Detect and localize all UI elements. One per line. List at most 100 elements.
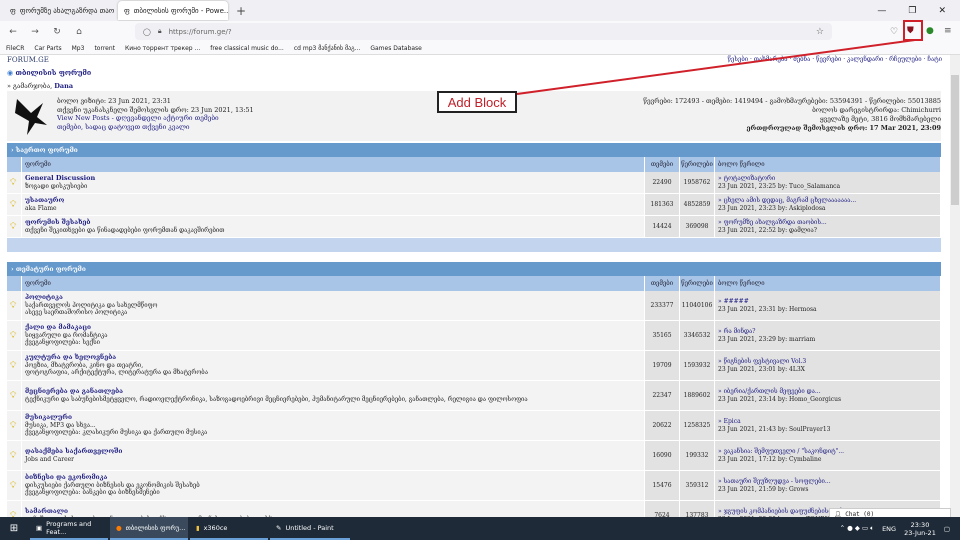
clock[interactable]: 23:30 23-Jun-21 [904, 521, 936, 537]
forum-name-link[interactable]: ფორუმის შესახებ [25, 218, 91, 227]
lightbulb-icon: 💡︎ [10, 330, 17, 341]
bookmark[interactable]: FileCR [6, 45, 24, 52]
lightbulb-icon: 💡︎ [10, 177, 17, 188]
forum-row: 💡︎ პოლიტიკა საქართველოს პოლიტიკა და სახელ… [7, 291, 941, 321]
category-header[interactable]: › თემატური ფორუმი [7, 262, 941, 276]
bookmark[interactable]: Car Parts [34, 45, 61, 52]
last-post-link[interactable]: » ვაკანსია: შემფუთველი / "საკონდიტ"... [718, 448, 844, 456]
post-count: 369098 [680, 216, 715, 237]
bookmark[interactable]: Games Database [370, 45, 422, 52]
forum-name-link[interactable]: უსათაურო [25, 196, 64, 205]
my-topics-link[interactable]: თემები, სადაც დატოვეთ თქვენი კვალი [57, 123, 254, 132]
last-post-meta: 23 Jun 2021, 23:29 by: marriam [718, 335, 816, 343]
scrollbar[interactable] [950, 55, 960, 517]
taskbar-item[interactable]: ● თბილისის ფორუ... [110, 517, 188, 540]
forum-description: ფოტოგრაფია, არქიტექტურა, ლიტერატურა და მ… [25, 369, 208, 377]
forum-name-link[interactable]: მეცნიერება და განათლება [25, 387, 123, 396]
forum-name-link[interactable]: დასაქმება საქართველოში [25, 447, 122, 456]
col-last-post: ბოლო წერილი [715, 276, 941, 291]
last-post-link[interactable]: » ##### [718, 298, 749, 306]
bookmark[interactable]: torrent [94, 45, 115, 52]
firefox-icon: ● [116, 523, 122, 532]
scrollbar-thumb[interactable] [951, 75, 959, 205]
post-count: 1958762 [680, 172, 715, 193]
close-window-icon[interactable]: ✕ [938, 6, 946, 16]
bookmark[interactable]: Кино торрент трекер ... [125, 45, 200, 52]
username-link[interactable]: Dana [54, 82, 73, 90]
tray-icons[interactable]: ⌃ ● ◆ ▭ 🔈︎ [840, 524, 874, 533]
crow-logo-icon [15, 99, 47, 135]
taskbar-item[interactable]: ▮ x360ce [190, 517, 268, 540]
windows-start-icon[interactable]: ⊞ [0, 523, 28, 534]
post-count: 4852859 [680, 194, 715, 215]
category-header[interactable]: › საერთო ფორუმი [7, 143, 941, 157]
pocket-icon[interactable]: ♡ [890, 27, 898, 37]
forum-row: 💡︎ დასაქმება საქართველოში Jobs and Career… [7, 441, 941, 471]
taskbar-item[interactable]: ✎ Untitled - Paint [270, 517, 350, 540]
post-count: 1593932 [680, 351, 715, 380]
post-count: 3346532 [680, 321, 715, 350]
forum-name-link[interactable]: მუსიკალური [25, 414, 72, 422]
forward-icon[interactable]: → [26, 27, 44, 37]
last-post-link[interactable]: » წიგნების ფესტივალი Vol.3 [718, 358, 806, 366]
tab-tbilisi-forum[interactable]: ფთბილისის ფორუმი - Powe...✕ [118, 1, 228, 20]
extension-globe-icon[interactable]: ● [926, 26, 934, 36]
forum-favicon: ფ [10, 6, 16, 15]
tab-forum-thread[interactable]: ფფორუმზე ახალგაზრდა თაობ...✕ [4, 1, 114, 20]
lightbulb-icon: 💡︎ [10, 390, 17, 401]
last-post-link[interactable]: » ტოტალიზატორი [718, 175, 775, 183]
lightbulb-icon: 💡︎ [10, 221, 17, 232]
bookmark[interactable]: free classical music do... [210, 45, 284, 52]
language-indicator[interactable]: ENG [882, 525, 896, 533]
forum-name-link[interactable]: ქალი და მამაკაცი [25, 324, 91, 332]
post-count: 11040106 [680, 291, 715, 320]
taskbar-item[interactable]: ▣ Programs and Feat... [30, 517, 108, 540]
lightbulb-icon: 💡︎ [10, 420, 17, 431]
topic-count: 14424 [645, 216, 680, 237]
board-title[interactable]: ◉ თბილისის ფორუმი [7, 68, 91, 77]
bookmark-star-icon[interactable]: ☆ [816, 27, 824, 37]
forum-name-link[interactable]: ბიზნესი და ეკონომიკა [25, 474, 107, 482]
last-post-link[interactable]: » იბერია/ქართლის მეფეები და... [718, 388, 821, 396]
forum-row: 💡︎ General Discussion ზოგადი დისკუსიები 2… [7, 172, 941, 194]
lightbulb-icon: 💡︎ [10, 199, 17, 210]
last-post-link[interactable]: » სათაური შეუზღუდვა - სოფლები... [718, 478, 831, 486]
tab-strip: ფფორუმზე ახალგაზრდა თაობ...✕ ფთბილისის ფ… [0, 0, 960, 21]
last-post-link[interactable]: » ფორუმზე ახალგაზრდა თაობის... [718, 219, 827, 227]
column-headers: ფორუმი თემები წერილები ბოლო წერილი [7, 157, 941, 172]
forum-description: საქართველოს პოლიტიკა და სახელმწიფო [25, 301, 158, 309]
restore-icon[interactable]: ❐ [908, 6, 916, 16]
last-post-meta: 23 Jun 2021, 23:14 by: Homo_Georgicus [718, 395, 842, 403]
greeting-text: » გამარჯობა, [7, 82, 53, 90]
forum-description: Jobs and Career [25, 455, 75, 463]
topic-count: 7624 [645, 501, 680, 517]
forum-row: 💡︎ უსათაურო aka Flame 181363 4852859 » ცხ… [7, 194, 941, 216]
topic-count: 20622 [645, 411, 680, 440]
last-post-link[interactable]: » ცხელა ამის დედაც, მაგრამ ცხელააააააა..… [718, 197, 856, 205]
board-icon: ◉ [7, 68, 14, 77]
menu-icon[interactable]: ≡ [944, 26, 952, 36]
url-bar[interactable]: ◯ 🔒︎ https://forum.ge/? ☆ [135, 23, 832, 40]
topic-count: 19709 [645, 351, 680, 380]
col-last-post: ბოლო წერილი [715, 157, 941, 172]
last-post-meta: 23 Jun 2021, 22:52 by: დამლია? [718, 226, 817, 234]
home-icon[interactable]: ⌂ [70, 27, 88, 37]
bookmark[interactable]: cd mp3 მანქანის მაგ... [294, 45, 361, 52]
last-post-link[interactable]: » რა მინდა? [718, 328, 756, 336]
new-tab-button[interactable]: + [236, 4, 246, 18]
minimize-icon[interactable]: — [877, 6, 886, 16]
last-post-link[interactable]: » Epica [718, 418, 741, 426]
forum-name-link[interactable]: კულტურა და ხელოვნება [25, 354, 116, 362]
bookmark[interactable]: Mp3 [72, 45, 85, 52]
forum-name-link[interactable]: სამართალი [25, 507, 68, 516]
forum-name-link[interactable]: General Discussion [25, 174, 95, 183]
reload-icon[interactable]: ↻ [48, 27, 66, 37]
column-headers: ფორუმი თემები წერილები ბოლო წერილი [7, 276, 941, 291]
back-icon[interactable]: ← [4, 27, 22, 37]
forum-nav-links[interactable]: წესები · დახმარება · ძებნა · წევრები · კ… [727, 56, 942, 63]
forum-row: 💡︎ მეცნიერება და განათლება ტექნიკური და ს… [7, 381, 941, 411]
view-new-posts-link[interactable]: View New Posts - დღევანდელი აქტიური თემე… [57, 114, 254, 123]
forum-name-link[interactable]: პოლიტიკა [25, 294, 63, 302]
notifications-icon[interactable]: ▢ [944, 525, 950, 533]
topic-count: 233377 [645, 291, 680, 320]
